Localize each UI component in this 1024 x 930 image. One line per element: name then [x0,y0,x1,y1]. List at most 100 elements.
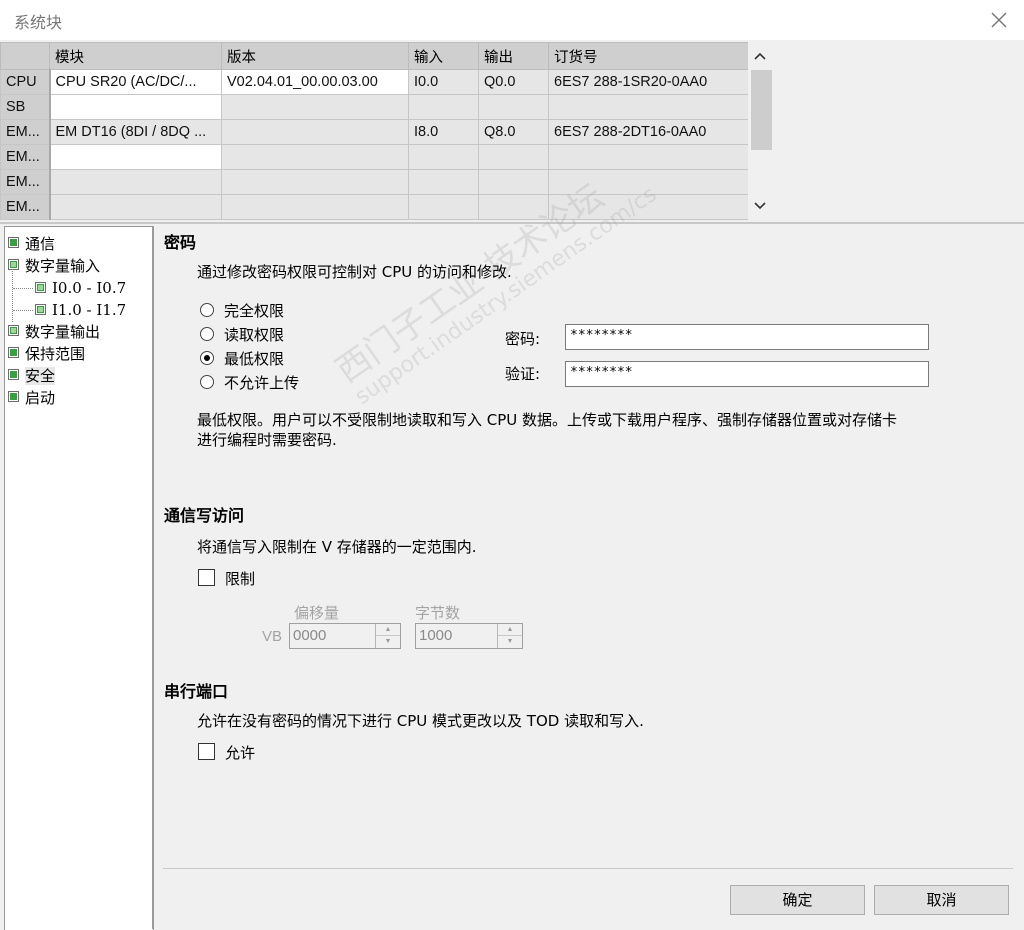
row-header[interactable]: EM... [0,119,51,145]
cancel-button[interactable]: 取消 [874,885,1009,915]
tree-item-label: 安全 [25,367,56,385]
radio-button[interactable] [200,374,214,389]
table-row[interactable]: EM... [0,169,749,195]
output-cell[interactable] [478,194,549,220]
column-header: 版本 [221,42,409,70]
vb-label: VB [262,628,283,645]
password-label: 密码: [505,330,541,348]
offset-label: 偏移量 [294,604,340,622]
column-header: 输入 [408,42,479,70]
row-header[interactable]: EM... [0,169,51,195]
limit-checkbox-row[interactable]: 限制 [198,568,255,589]
spin-up-icon[interactable]: ▲ [498,624,522,636]
module-cell[interactable] [49,194,222,220]
column-header: 订货号 [548,42,749,70]
spin-down-icon[interactable]: ▼ [376,636,400,647]
tree-item-label: 数字量输出 [25,323,101,341]
radio-full-access[interactable]: 完全权限 [200,299,284,323]
radio-no-upload[interactable]: 不允许上传 [200,371,299,395]
offset-spinner[interactable]: 0000 ▲ ▼ [289,623,401,649]
output-cell[interactable] [478,169,549,195]
checkbox-label: 允许 [225,744,256,762]
splitter[interactable] [0,222,1024,224]
scrollbar-thumb[interactable] [751,70,772,150]
version-cell [221,119,409,145]
module-cell[interactable]: EM DT16 (8DI / 8DQ ... [49,119,222,145]
spin-up-icon[interactable]: ▲ [376,624,400,636]
radio-label: 最低权限 [224,350,285,368]
row-header[interactable]: EM... [0,144,51,170]
input-cell[interactable]: I0.0 [408,69,479,95]
input-cell[interactable]: I8.0 [408,119,479,145]
output-cell[interactable]: Q8.0 [478,119,549,145]
verify-password-field[interactable]: ******** [565,361,929,387]
radio-minimum-access[interactable]: 最低权限 [200,347,284,371]
chevron-down-icon[interactable] [752,198,768,214]
chevron-up-icon[interactable] [752,48,768,64]
spin-down-icon[interactable]: ▼ [498,636,522,647]
password-field[interactable]: ******** [565,324,929,350]
square-icon [8,259,19,270]
tree-item-digital-input[interactable]: 数字量输入 [8,255,100,277]
access-explanation: 最低权限。用户可以不受限制地读取和写入 CPU 数据。上传或下载用户程序、强制存… [197,411,898,429]
output-cell[interactable] [478,94,549,120]
tree-item-retentive[interactable]: 保持范围 [8,343,85,365]
row-header[interactable]: CPU [0,69,51,95]
version-cell [221,194,409,220]
tree-item-i1[interactable]: I1.0 - I1.7 [35,299,126,321]
module-cell[interactable] [49,94,222,120]
close-icon[interactable] [984,6,1014,34]
check-icon [8,369,19,380]
bytes-label: 字节数 [415,604,461,622]
allow-checkbox-row[interactable]: 允许 [198,742,255,763]
radio-label: 不允许上传 [224,374,300,392]
radio-button[interactable] [200,302,214,317]
ok-button[interactable]: 确定 [730,885,865,915]
column-header: 输出 [478,42,549,70]
table-row[interactable]: SB [0,94,749,120]
input-cell[interactable] [408,194,479,220]
module-cell[interactable]: CPU SR20 (AC/DC/... [49,69,222,95]
bytes-value: 1000 [419,627,453,644]
order-cell: 6ES7 288-2DT16-0AA0 [548,119,749,145]
comm-write-section-title: 通信写访问 [164,506,245,525]
bytes-spinner[interactable]: 1000 ▲ ▼ [415,623,523,649]
module-cell[interactable] [49,144,222,170]
check-icon [8,237,19,248]
comm-write-description: 将通信写入限制在 V 存储器的一定范围内. [197,538,477,556]
tree-item-label: 数字量输入 [25,257,101,275]
square-icon [35,281,46,293]
table-row[interactable]: CPU CPU SR20 (AC/DC/... V02.04.01_00.00.… [0,69,749,95]
spinner-buttons[interactable]: ▲ ▼ [375,624,400,648]
tree-connector [13,310,33,311]
input-cell[interactable] [408,169,479,195]
tree-item-i0[interactable]: I0.0 - I0.7 [35,277,126,299]
separator-line [163,868,1013,869]
allow-checkbox[interactable] [198,743,215,760]
tree-item-label: 通信 [25,235,56,253]
input-cell[interactable] [408,94,479,120]
module-cell[interactable] [49,169,222,195]
input-cell[interactable] [408,144,479,170]
order-cell [548,144,749,170]
output-cell[interactable]: Q0.0 [478,69,549,95]
table-row[interactable]: EM... EM DT16 (8DI / 8DQ ... I8.0 Q8.0 6… [0,119,749,145]
row-header[interactable]: SB [0,94,51,120]
tree-item-digital-output[interactable]: 数字量输出 [8,321,100,343]
column-header [0,42,50,70]
output-cell[interactable] [478,144,549,170]
module-config-area: 模块 版本 输入 输出 订货号 CPU CPU SR20 (AC/DC/... … [0,40,1024,222]
tree-item-communication[interactable]: 通信 [8,233,55,255]
tree-item-security[interactable]: 安全 [8,365,56,387]
radio-button[interactable] [200,326,214,341]
table-row[interactable]: EM... [0,144,749,170]
serial-port-description: 允许在没有密码的情况下进行 CPU 模式更改以及 TOD 读取和写入. [197,712,644,730]
table-row[interactable]: EM... [0,194,749,220]
tree-item-label: I1.0 - I1.7 [52,301,127,319]
row-header[interactable]: EM... [0,194,51,220]
tree-item-startup[interactable]: 启动 [8,387,55,409]
radio-read-access[interactable]: 读取权限 [200,323,284,347]
radio-button[interactable] [200,350,214,365]
spinner-buttons[interactable]: ▲ ▼ [497,624,522,648]
limit-checkbox[interactable] [198,569,215,586]
